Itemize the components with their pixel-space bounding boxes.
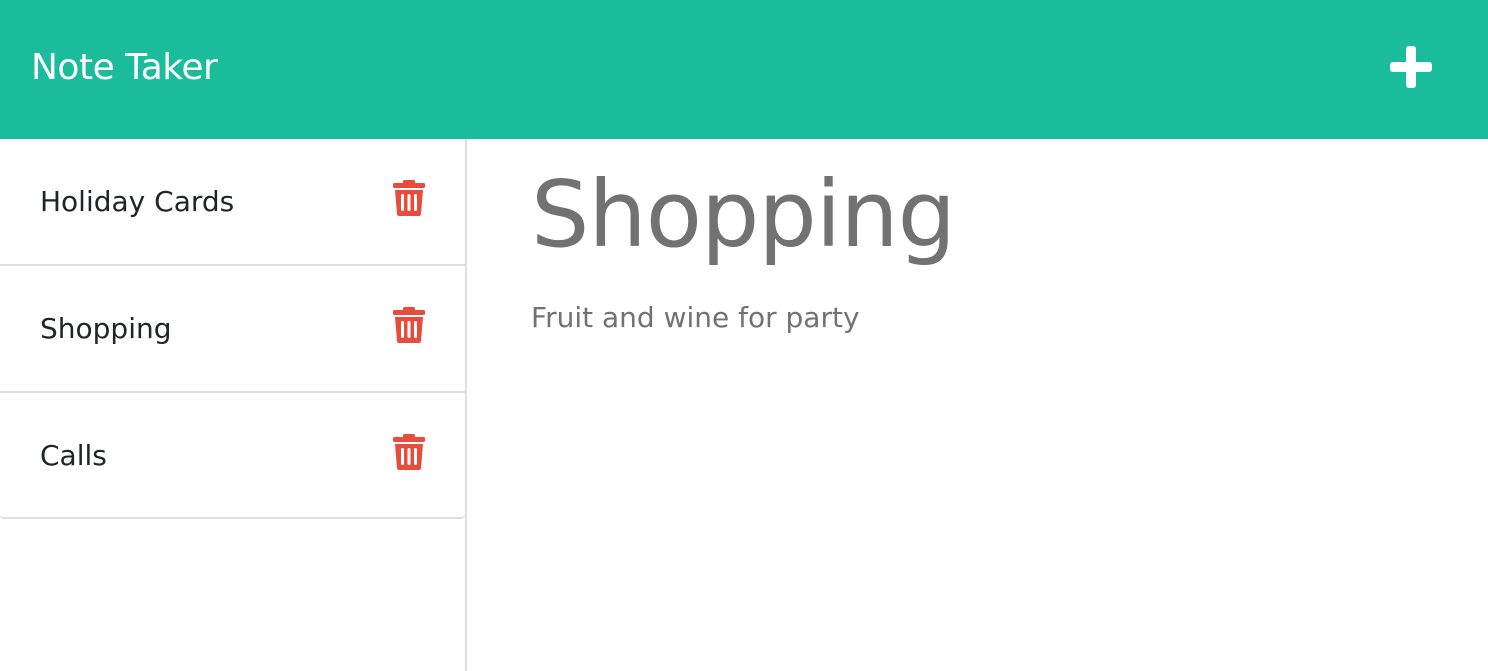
trash-icon (393, 307, 425, 343)
navbar: Note Taker (0, 0, 1488, 139)
plus-icon (1390, 46, 1432, 88)
trash-icon (393, 180, 425, 216)
delete-note-button[interactable] (392, 306, 426, 344)
note-list-title[interactable]: Calls (40, 437, 107, 475)
note-editor: Shopping Fruit and wine for party (467, 139, 1488, 671)
list-item[interactable]: Calls (0, 393, 465, 520)
new-note-button[interactable] (1382, 38, 1440, 96)
note-title-field[interactable]: Shopping (531, 159, 956, 271)
note-text-field[interactable]: Fruit and wine for party (531, 299, 860, 337)
delete-note-button[interactable] (392, 179, 426, 217)
note-list-title[interactable]: Holiday Cards (40, 183, 234, 221)
note-list: Holiday Cards Shopping Calls (0, 139, 465, 519)
list-item[interactable]: Shopping (0, 266, 465, 393)
trash-icon (393, 434, 425, 470)
sidebar: Holiday Cards Shopping Calls (0, 139, 467, 671)
note-list-title[interactable]: Shopping (40, 310, 172, 348)
delete-note-button[interactable] (392, 433, 426, 471)
app-brand[interactable]: Note Taker (31, 44, 218, 92)
list-item[interactable]: Holiday Cards (0, 139, 465, 266)
